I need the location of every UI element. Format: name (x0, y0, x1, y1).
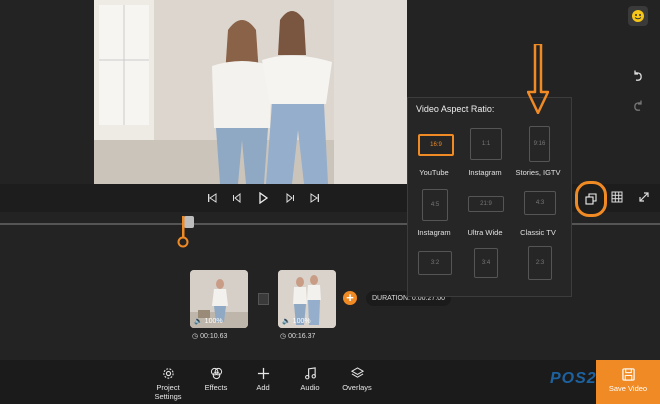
step-back-button[interactable] (230, 191, 244, 205)
skip-end-button[interactable] (308, 191, 322, 205)
step-forward-button[interactable] (283, 191, 297, 205)
popup-title: Video Aspect Ratio: (416, 104, 495, 114)
audio-button[interactable]: Audio (290, 367, 330, 392)
add-button[interactable]: Add (243, 367, 283, 392)
ratio-value: 4:5 (430, 202, 440, 208)
emoji-icon (632, 10, 644, 22)
music-icon (304, 367, 316, 380)
skip-end-icon (310, 193, 319, 203)
clock-icon: ◷ (280, 333, 287, 340)
fullscreen-button[interactable] (638, 190, 652, 204)
clip-volume-value: 100% (292, 318, 311, 325)
ratio-value: 4:3 (535, 200, 545, 206)
ratio-option-3-4[interactable]: 3:4 (474, 248, 498, 278)
step-back-icon (233, 193, 241, 203)
audio-label: Audio (300, 383, 320, 392)
redo-icon (634, 100, 642, 111)
redo-button[interactable] (628, 96, 648, 116)
clock-icon: ◷ (192, 333, 199, 340)
ratio-option-9-16[interactable]: 9:16 (529, 126, 550, 162)
expand-icon (639, 192, 649, 202)
preview-image (94, 0, 407, 184)
ratio-option-2-3[interactable]: 2:3 (528, 246, 552, 280)
effects-label: Effects (204, 383, 228, 392)
ratio-label: Classic TV (520, 228, 556, 237)
ratio-option-4-3[interactable]: 4:3 (524, 191, 556, 215)
clip-duration-2: ◷ 00:16.37 (280, 332, 316, 341)
emoji-button[interactable] (628, 6, 648, 26)
play-icon (259, 192, 269, 204)
overlays-icon (350, 367, 364, 378)
ratio-option-16-9[interactable]: 16:9 (418, 134, 454, 156)
video-preview[interactable] (94, 0, 407, 184)
ratio-option-21-9[interactable]: 21:9 (468, 196, 504, 212)
playhead-handle-icon (177, 216, 189, 248)
clip-volume: 🔈 100% (282, 318, 311, 325)
clip-duration-value: 00:10.63 (200, 332, 228, 340)
effects-icon (210, 367, 222, 380)
save-video-button[interactable]: Save Video (596, 360, 660, 404)
timeline-clip-2[interactable]: 🔈 100% (278, 270, 336, 328)
undo-icon (634, 70, 642, 81)
add-clip-button[interactable]: + (343, 291, 357, 305)
clip-volume: 🔈 100% (194, 318, 223, 325)
gear-icon (162, 368, 174, 379)
clip-duration-1: ◷ 00:10.63 (192, 332, 228, 341)
ratio-option-3-2[interactable]: 3:2 (418, 251, 452, 275)
overlays-label: Overlays (342, 383, 372, 392)
overlays-button[interactable]: Overlays (337, 367, 377, 392)
skip-start-button[interactable] (205, 191, 219, 205)
ratio-value: 21:9 (480, 201, 492, 207)
aspect-ratio-icon (585, 193, 597, 205)
ratio-option-1-1[interactable]: 1:1 (470, 128, 502, 160)
ratio-value: 2:3 (535, 260, 545, 266)
step-forward-icon (286, 193, 294, 203)
skip-start-icon (208, 193, 217, 203)
ratio-value: 3:2 (430, 260, 440, 266)
arrow-down-icon (527, 44, 549, 114)
project-settings-button[interactable]: Project Settings (148, 367, 188, 401)
play-button[interactable] (256, 191, 270, 205)
plus-icon (257, 367, 269, 380)
timeline-clip-1[interactable]: 🔈 100% (190, 270, 248, 328)
save-video-label: Save Video (608, 384, 648, 393)
ratio-option-4-5[interactable]: 4:5 (422, 189, 448, 221)
aspect-ratio-popup: Video Aspect Ratio: 16:9 YouTube 1:1 Ins… (407, 97, 572, 297)
transition-button[interactable] (258, 293, 269, 305)
ratio-label: Ultra Wide (467, 228, 503, 237)
save-icon (621, 368, 635, 381)
ratio-value: 3:4 (481, 260, 491, 266)
add-label: Add (256, 383, 270, 392)
clip-volume-value: 100% (204, 318, 223, 325)
grid-icon (611, 191, 623, 203)
ratio-label: Stories, IGTV (515, 168, 561, 177)
playhead[interactable] (177, 216, 189, 248)
grid-button[interactable] (611, 190, 625, 204)
clip-duration-value: 00:16.37 (288, 332, 316, 340)
undo-button[interactable] (628, 66, 648, 86)
project-settings-label: Project Settings (154, 383, 182, 401)
effects-button[interactable]: Effects (196, 367, 236, 392)
video-editor: 🔈 100% ◷ 00:10.63 🔈 100% ◷ 00:16.37 + DU… (0, 0, 660, 404)
ratio-value: 16:9 (430, 142, 442, 148)
aspect-ratio-button[interactable] (575, 181, 607, 217)
ratio-label: Instagram (468, 168, 502, 177)
ratio-value: 1:1 (481, 141, 491, 147)
ratio-value: 9:16 (533, 141, 546, 147)
